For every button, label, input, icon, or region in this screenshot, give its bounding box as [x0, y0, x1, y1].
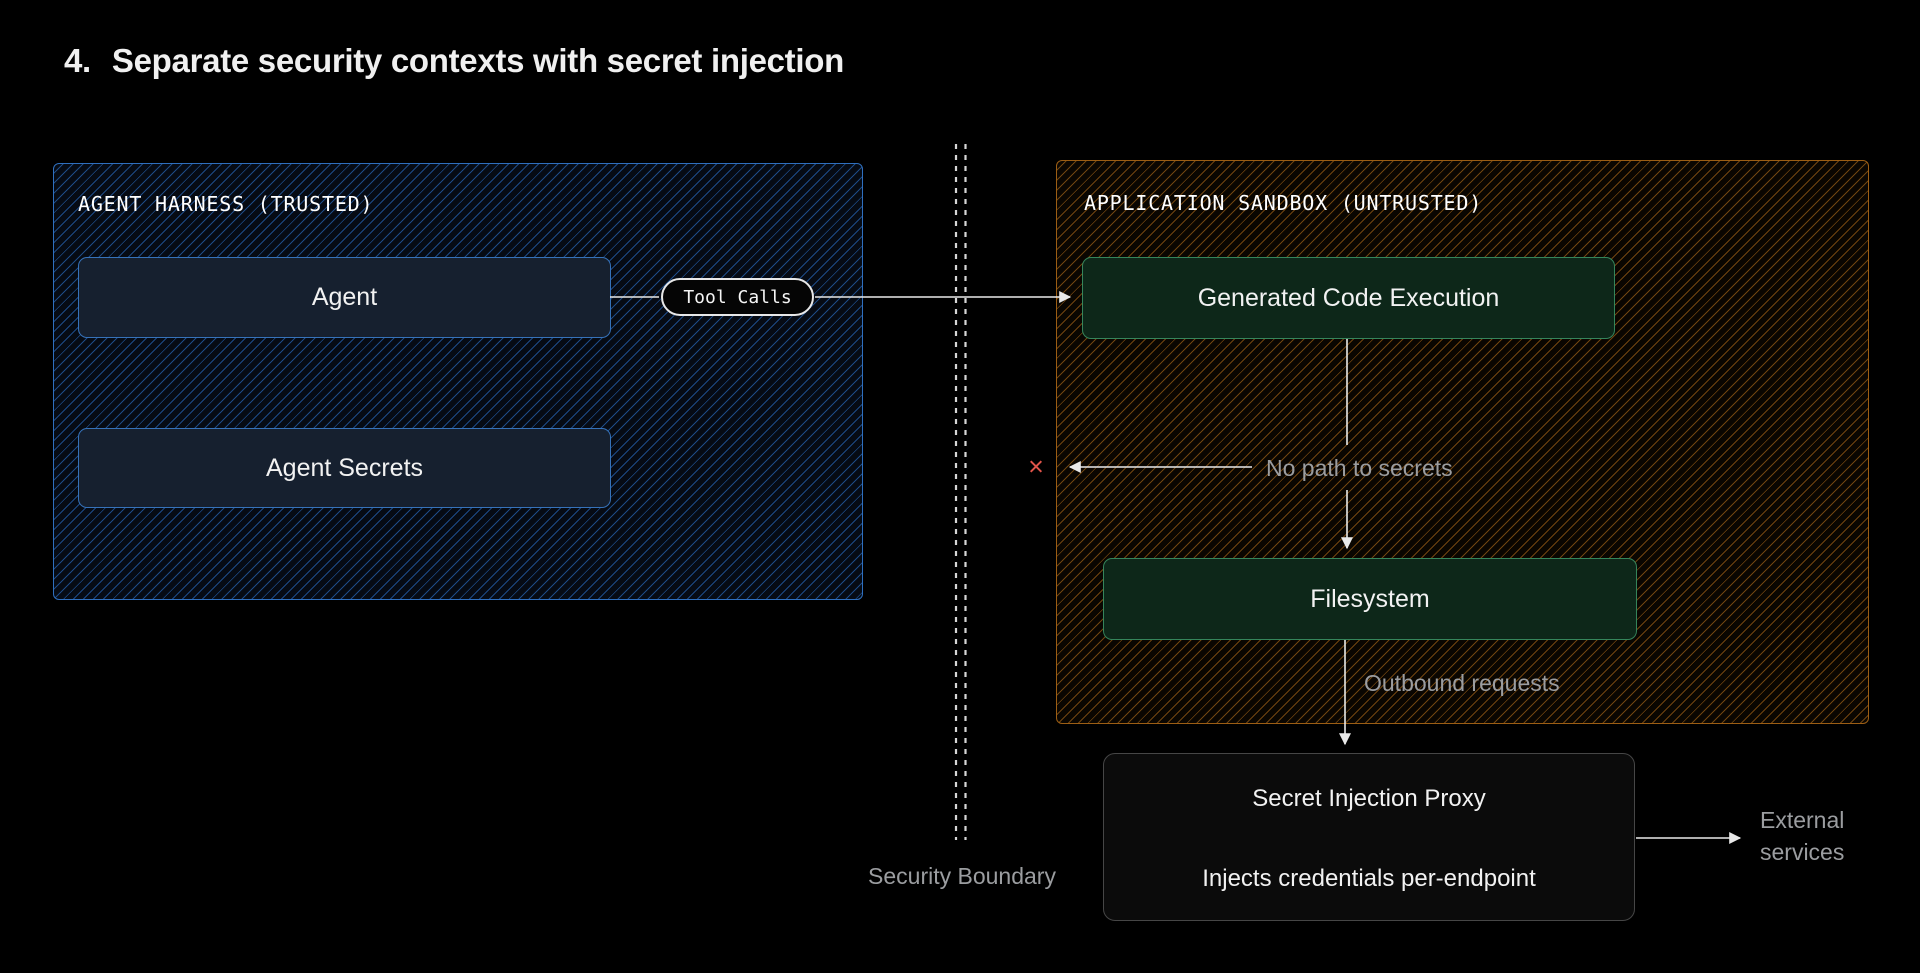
no-path-to-secrets-label: No path to secrets: [1266, 455, 1453, 482]
agent-harness-panel: AGENT HARNESS (TRUSTED) Agent Agent Secr…: [53, 163, 863, 600]
proxy-title: Secret Injection Proxy: [1252, 785, 1485, 813]
generated-code-execution-label: Generated Code Execution: [1198, 284, 1500, 313]
agent-node: Agent: [78, 257, 611, 338]
generated-code-execution-node: Generated Code Execution: [1082, 257, 1615, 339]
page-title-text: Separate security contexts with secret i…: [112, 42, 844, 80]
page-title: 4. Separate security contexts with secre…: [64, 42, 844, 80]
agent-harness-header: AGENT HARNESS (TRUSTED): [78, 192, 373, 216]
blocked-x-icon: ×: [1028, 451, 1044, 482]
diagram-canvas: 4. Separate security contexts with secre…: [0, 0, 1920, 973]
application-sandbox-panel: APPLICATION SANDBOX (UNTRUSTED) Generate…: [1056, 160, 1869, 724]
tool-calls-label: Tool Calls: [683, 287, 791, 308]
outbound-requests-label: Outbound requests: [1364, 670, 1560, 697]
filesystem-node-label: Filesystem: [1310, 585, 1429, 614]
application-sandbox-header: APPLICATION SANDBOX (UNTRUSTED): [1084, 191, 1482, 215]
agent-secrets-node-label: Agent Secrets: [266, 454, 423, 483]
tool-calls-pill: Tool Calls: [661, 278, 814, 316]
agent-node-label: Agent: [312, 283, 377, 312]
external-services-line2: services: [1760, 836, 1844, 868]
secret-injection-proxy-node: Secret Injection Proxy Injects credentia…: [1103, 753, 1635, 921]
external-services-label: External services: [1760, 804, 1844, 868]
filesystem-node: Filesystem: [1103, 558, 1637, 640]
security-boundary-label: Security Boundary: [868, 863, 1056, 890]
external-services-line1: External: [1760, 804, 1844, 836]
page-title-number: 4.: [64, 42, 91, 80]
proxy-subtitle: Injects credentials per-endpoint: [1202, 865, 1536, 893]
agent-secrets-node: Agent Secrets: [78, 428, 611, 508]
